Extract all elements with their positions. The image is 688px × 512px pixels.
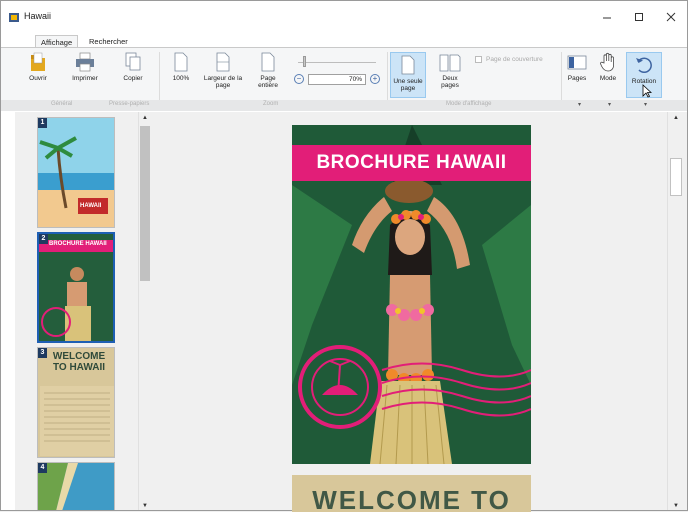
print-button[interactable]: Imprimer: [67, 52, 103, 82]
cover-page-label: Page de couverture: [486, 56, 543, 63]
hula-dancer-thumbnail-image: [39, 234, 113, 341]
thumbnail-title: BROCHURE HAWAII: [49, 241, 107, 247]
maximize-icon: [635, 13, 643, 21]
whole-page-button[interactable]: Page entière: [253, 52, 283, 89]
print-label: Imprimer: [72, 75, 98, 82]
zoom-slider-thumb[interactable]: [303, 56, 306, 67]
copy-button[interactable]: Copier: [119, 52, 147, 82]
scroll-down-arrow-icon[interactable]: ▼: [142, 503, 148, 509]
single-page-label: Une seule page: [393, 78, 423, 92]
page-width-button[interactable]: Largeur de la page: [201, 52, 245, 89]
thumbnail-page-4[interactable]: 4: [37, 462, 115, 510]
zoom-100-button[interactable]: 100%: [169, 52, 193, 82]
page-width-label: Largeur de la page: [203, 75, 243, 89]
group-label-display-mode: Mode d'affichage: [446, 101, 492, 107]
close-button[interactable]: [655, 1, 687, 33]
app-window: Hawaii Affichage Rechercher Ouvrir Impri…: [0, 0, 688, 512]
zoom-100-label: 100%: [172, 75, 190, 82]
window-title: Hawaii: [24, 11, 52, 21]
title-bar: Hawaii: [1, 1, 687, 33]
close-icon: [666, 12, 676, 22]
document-scrollbar-thumb[interactable]: [670, 158, 682, 196]
two-pages-button[interactable]: Deux pages: [434, 52, 466, 89]
ribbon-tabs: Affichage Rechercher: [1, 33, 687, 48]
zoom-out-button[interactable]: −: [294, 74, 304, 84]
thumbnail-number: 1: [38, 118, 47, 128]
document-page-1: BROCHURE HAWAII: [292, 125, 531, 464]
pages-panel-icon: [567, 55, 587, 70]
zoom-slider-track[interactable]: [298, 62, 376, 63]
mode-dropdown-arrow[interactable]: ▾: [608, 101, 611, 108]
open-label: Ouvrir: [29, 75, 47, 82]
thumbnail-page-3[interactable]: 3 WELCOME TO HAWAII: [37, 347, 115, 458]
beach-thumbnail-image: [38, 118, 114, 227]
scroll-down-arrow-icon[interactable]: ▼: [673, 503, 679, 509]
pages-dropdown-arrow[interactable]: ▾: [578, 101, 581, 108]
single-page-icon: [401, 55, 415, 75]
mouse-cursor-icon: [642, 84, 652, 98]
single-page-button[interactable]: Une seule page: [390, 52, 426, 98]
cover-page-checkbox[interactable]: [475, 56, 482, 63]
two-pages-label: Deux pages: [441, 75, 459, 89]
mode-button[interactable]: Mode: [596, 52, 620, 82]
zoom-in-button[interactable]: +: [370, 74, 380, 84]
rotation-dropdown-arrow[interactable]: ▾: [644, 101, 647, 108]
group-label-zoom: Zoom: [263, 101, 279, 107]
folder-icon: [31, 52, 45, 71]
thumbnail-page-1[interactable]: 1 HAWAII: [37, 117, 115, 228]
page-icon: [174, 52, 188, 72]
minus-icon: −: [296, 74, 302, 83]
document-page-2: WELCOME TO: [292, 475, 531, 512]
minimize-button[interactable]: [591, 1, 623, 33]
whole-page-label: Page entière: [258, 75, 278, 89]
page-width-icon: [216, 52, 230, 72]
pages-button[interactable]: Pages: [564, 52, 590, 82]
pages-label: Pages: [567, 75, 587, 82]
thumbnail-title: WELCOME TO HAWAII: [52, 351, 106, 373]
brochure-banner-title: BROCHURE HAWAII: [292, 145, 531, 181]
zoom-value-field[interactable]: 70%: [308, 74, 366, 85]
minimize-icon: [603, 17, 611, 19]
copy-icon: [125, 52, 141, 71]
welcome-heading: WELCOME TO: [312, 485, 511, 512]
two-pages-icon: [439, 54, 461, 72]
group-label-general: Général: [51, 101, 73, 107]
rotate-icon: [636, 57, 652, 74]
group-label-clipboard: Presse-papiers: [109, 101, 150, 107]
thumbnail-page-2[interactable]: 2 BROCHURE HAWAII: [37, 232, 115, 343]
scroll-up-arrow-icon[interactable]: ▲: [673, 115, 679, 121]
copy-label: Copier: [123, 75, 143, 82]
mode-label: Mode: [599, 75, 617, 82]
open-button[interactable]: Ouvrir: [23, 52, 53, 82]
maximize-button[interactable]: [623, 1, 655, 33]
coast-thumbnail-image: [38, 463, 114, 510]
scroll-up-arrow-icon[interactable]: ▲: [142, 115, 148, 121]
printer-icon: [76, 52, 94, 72]
thumbnail-number: 4: [38, 463, 47, 473]
whole-page-icon: [261, 52, 275, 72]
hand-icon: [600, 52, 614, 72]
thumbnail-number: 2: [39, 234, 48, 244]
thumbnails-scrollbar-thumb[interactable]: [140, 126, 150, 281]
ribbon-group-labels: Général Presse-papiers Zoom Mode d'affic…: [1, 100, 687, 111]
thumbnails-panel: 1 HAWAII 2 BROCHURE HAWAII 3 WELCOME TO …: [15, 112, 155, 510]
app-icon: [9, 13, 19, 22]
thumbnail-title: HAWAII: [80, 203, 102, 209]
plus-icon: +: [372, 74, 378, 83]
